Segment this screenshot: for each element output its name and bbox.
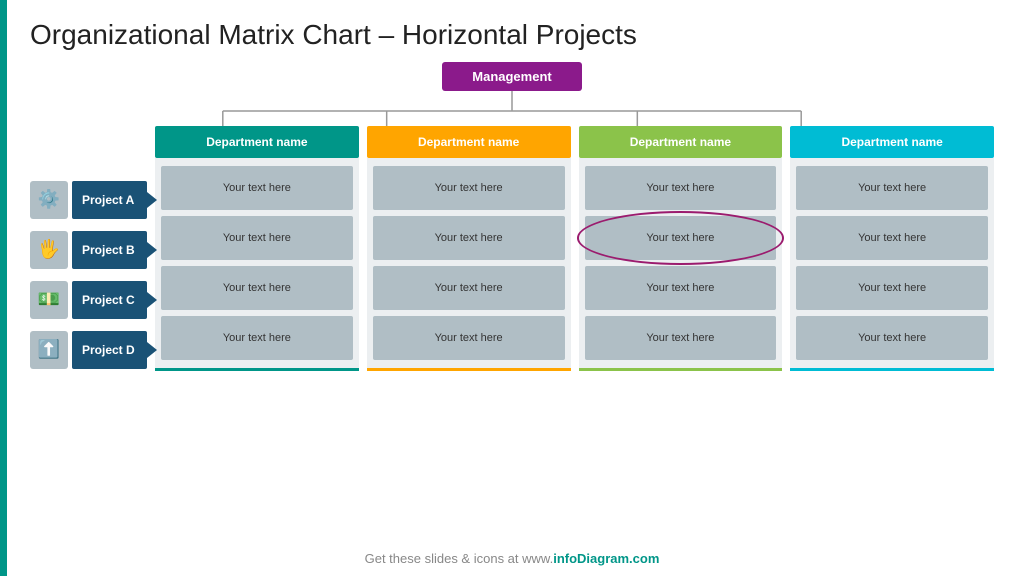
project-b-icon: 🖐️ <box>30 231 68 269</box>
cell-0-3: Your text here <box>161 316 353 360</box>
cell-2-1-highlighted: Your text here <box>585 216 777 260</box>
cell-0-0: Your text here <box>161 166 353 210</box>
left-accent-bar <box>0 0 7 576</box>
cell-2-0: Your text here <box>585 166 777 210</box>
project-item-c: 💵 Project C <box>30 278 147 322</box>
cell-0-2: Your text here <box>161 266 353 310</box>
project-d-label: Project D <box>72 331 147 369</box>
cell-2-2: Your text here <box>585 266 777 310</box>
project-a-label: Project A <box>72 181 147 219</box>
management-row: Management <box>442 62 581 91</box>
dept-0-content: Your text here Your text here Your text … <box>155 158 359 371</box>
dept-2-content: Your text here Your text here Your text … <box>579 158 783 371</box>
chart-area: Management ⚙️ Project A <box>30 62 994 566</box>
project-item-b: 🖐️ Project B <box>30 228 147 272</box>
project-d-icon: ⬆️ <box>30 331 68 369</box>
cell-3-0: Your text here <box>796 166 988 210</box>
dept-1-content: Your text here Your text here Your text … <box>367 158 571 371</box>
dept-3-header: Department name <box>790 126 994 158</box>
page: Organizational Matrix Chart – Horizontal… <box>0 0 1024 576</box>
project-c-icon: 💵 <box>30 281 68 319</box>
department-columns: Department name Your text here Your text… <box>155 126 994 371</box>
project-a-icon: ⚙️ <box>30 181 68 219</box>
project-item-a: ⚙️ Project A <box>30 178 147 222</box>
dept-0-header: Department name <box>155 126 359 158</box>
dept-col-1: Department name Your text here Your text… <box>367 126 571 371</box>
footer-brand: infoDiagram.com <box>553 551 659 566</box>
cell-2-3: Your text here <box>585 316 777 360</box>
project-item-d: ⬆️ Project D <box>30 328 147 372</box>
cell-3-1: Your text here <box>796 216 988 260</box>
dept-3-content: Your text here Your text here Your text … <box>790 158 994 371</box>
cell-0-1: Your text here <box>161 216 353 260</box>
dept-2-header: Department name <box>579 126 783 158</box>
dept-1-header: Department name <box>367 126 571 158</box>
matrix-body: ⚙️ Project A 🖐️ Project B 💵 Project C ⬆️… <box>30 126 994 545</box>
project-c-label: Project C <box>72 281 147 319</box>
cell-3-2: Your text here <box>796 266 988 310</box>
dept-col-2: Department name Your text here Your text… <box>579 126 783 371</box>
cell-3-3: Your text here <box>796 316 988 360</box>
cell-1-3: Your text here <box>373 316 565 360</box>
project-b-label: Project B <box>72 231 147 269</box>
projects-column: ⚙️ Project A 🖐️ Project B 💵 Project C ⬆️… <box>30 178 147 378</box>
dept-col-0: Department name Your text here Your text… <box>155 126 359 371</box>
connector-lines <box>30 91 994 126</box>
footer-text: Get these slides & icons at www.infoDiag… <box>365 551 660 566</box>
page-title: Organizational Matrix Chart – Horizontal… <box>30 18 994 52</box>
cell-1-0: Your text here <box>373 166 565 210</box>
management-box: Management <box>442 62 581 91</box>
footer: Get these slides & icons at www.infoDiag… <box>365 545 660 566</box>
cell-1-2: Your text here <box>373 266 565 310</box>
cell-1-1: Your text here <box>373 216 565 260</box>
dept-col-3: Department name Your text here Your text… <box>790 126 994 371</box>
